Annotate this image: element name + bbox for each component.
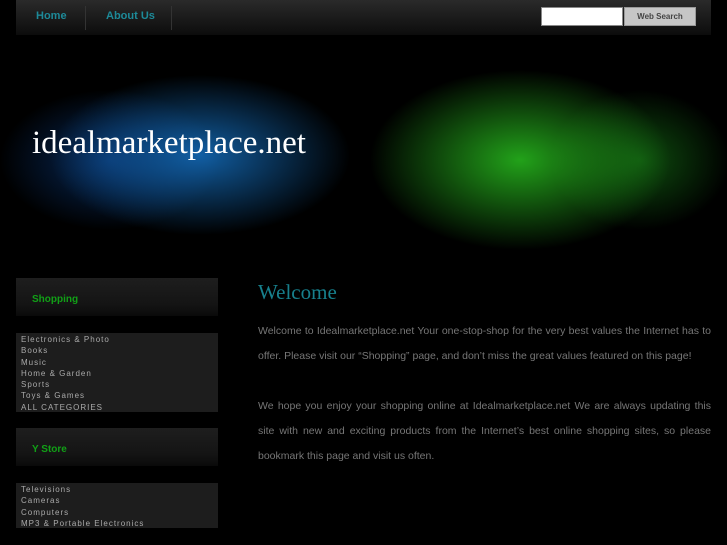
nav-divider	[85, 6, 86, 30]
info-paragraph: We hope you enjoy your shopping online a…	[258, 400, 711, 462]
page-title: Welcome	[258, 280, 337, 304]
intro-paragraph: Welcome to Idealmarketplace.net Your one…	[258, 325, 711, 362]
search-input[interactable]	[541, 7, 623, 26]
sidebar-link[interactable]: Home & Garden	[21, 368, 218, 379]
sidebar-link[interactable]: MP3 & Portable Electronics	[21, 518, 218, 529]
sidebar-link[interactable]: Electronics & Photo	[21, 334, 218, 345]
sidebar-heading-ystore: Y Store	[16, 428, 218, 466]
sidebar-link[interactable]: Televisions	[21, 484, 218, 495]
site-title: idealmarketplace.net	[32, 125, 306, 161]
sidebar-link[interactable]: Sports	[21, 379, 218, 390]
ystore-list: Televisions Cameras Computers MP3 & Port…	[16, 483, 218, 528]
sidebar-link[interactable]: Music	[21, 357, 218, 368]
nav-home[interactable]: Home	[36, 0, 67, 30]
sidebar-link[interactable]: Computers	[21, 507, 218, 518]
sidebar-link[interactable]: Cameras	[21, 495, 218, 506]
shopping-list: Electronics & Photo Books Music Home & G…	[16, 333, 218, 412]
nav-divider	[171, 6, 172, 30]
nav-about-us[interactable]: About Us	[106, 0, 155, 30]
sidebar-link[interactable]: Toys & Games	[21, 390, 218, 401]
top-nav: Home About Us Web Search	[16, 0, 711, 35]
sidebar-link[interactable]: Books	[21, 345, 218, 356]
sidebar-heading-shopping: Shopping	[16, 278, 218, 316]
sidebar-link[interactable]: ALL CATEGORIES	[21, 402, 218, 413]
web-search-button[interactable]: Web Search	[624, 7, 696, 26]
